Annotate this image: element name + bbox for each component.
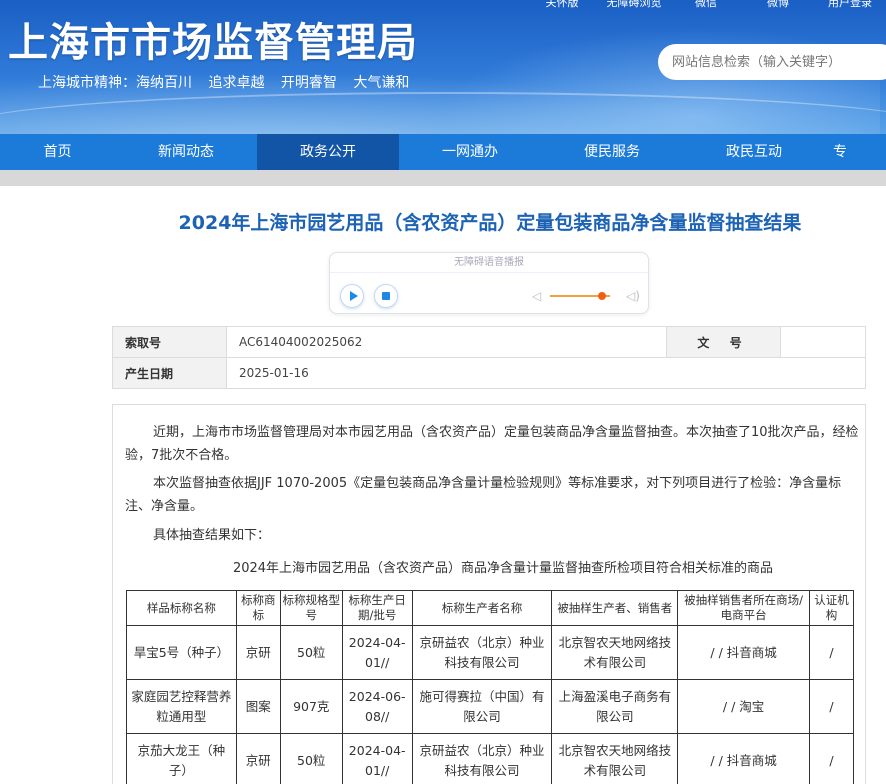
header-trademark: 标称商标 [235,590,281,626]
nav-public-services[interactable]: 便民服务 [541,134,683,170]
volume-slider[interactable] [550,292,610,300]
table-row: 京茄大龙王（种子） 京研 50粒 2024-04-01// 京研益农（北京）种业… [126,733,854,784]
volume-low-icon[interactable]: ◁ [532,289,541,303]
header-platform: 被抽样销售者所在商场/电商平台 [677,590,810,626]
nav-interaction[interactable]: 政民互动 [683,134,825,170]
nav-divider [0,170,886,186]
cell-trademark: 京研 [235,625,281,680]
header-sample-name: 样品标称名称 [126,590,237,626]
cell-production-date: 2024-06-08// [341,679,413,734]
header-certification: 认证机构 [809,590,854,626]
search-input[interactable] [658,44,886,80]
table-caption: 2024年上海市园艺用品（含农资产品）商品净含量计量监督抽查所检项目符合相关标准… [232,561,774,576]
stop-icon [382,292,390,300]
player-title: 无障碍语音播报 [330,253,648,273]
article-meta-table: 索取号 AC61404002025062 文 号 产生日期 2025-01-16 [112,326,866,389]
cell-platform: / / 抖音商城 [677,733,810,784]
toplink-wechat[interactable]: 微信 [670,0,742,10]
date-value: 2025-01-16 [226,357,866,389]
cell-sample-name: 京茄大龙王（种子） [126,733,237,784]
cell-producer: 京研益农（北京）种业科技有限公司 [411,625,553,680]
city-motto: 上海城市精神：海纳百川 追求卓越 开明睿智 大气谦和 [38,75,410,91]
cell-platform: / / 抖音商城 [677,625,810,680]
cell-certification: / [809,679,854,734]
main-nav: 首页 新闻动态 政务公开 一网通办 便民服务 政民互动 专 [0,134,886,170]
cell-spec: 50粒 [279,625,343,680]
cell-sample-name: 旱宝5号（种子） [126,625,237,680]
paragraph-intro: 近期，上海市市场监督管理局对本市园艺用品（含农资产品）定量包装商品净含量监督抽查… [125,425,859,463]
paragraph-standard: 本次监督抽查依据JJF 1070-2005《定量包装商品净含量计量检验规则》等标… [125,476,842,514]
volume-high-icon[interactable]: ◁) [626,289,640,303]
header-sampled-party: 被抽样生产者、销售者 [551,590,679,626]
cell-trademark: 图案 [235,679,281,734]
nav-home[interactable]: 首页 [0,134,115,170]
site-title[interactable]: 上海市市场监督管理局 [8,10,418,68]
table-row: 旱宝5号（种子） 京研 50粒 2024-04-01// 京研益农（北京）种业科… [126,625,854,680]
date-label: 产生日期 [112,357,227,389]
cell-sampled-party: 北京智农天地网络技术有限公司 [551,733,679,784]
index-number-label: 索取号 [112,326,227,358]
nav-government-affairs[interactable]: 政务公开 [257,134,399,170]
cell-producer: 京研益农（北京）种业科技有限公司 [411,733,553,784]
nav-more[interactable]: 专 [825,134,865,170]
nav-news[interactable]: 新闻动态 [115,134,257,170]
table-header-row: 样品标称名称 标称商标 标称规格型号 标称生产日期/批号 标称生产者名称 被抽样… [126,590,854,626]
article-content: 2024年上海市园艺用品（含农资产品）定量包装商品净含量监督抽查结果 无障碍语音… [0,186,886,784]
cell-sample-name: 家庭园艺控释营养粒通用型 [126,679,237,734]
site-header: 关怀版 无障碍浏览 微信 微博 用户登录 上海市市场监督管理局 上海城市精神：海… [0,0,886,134]
results-table: 样品标称名称 标称商标 标称规格型号 标称生产日期/批号 标称生产者名称 被抽样… [126,590,854,784]
paragraph-results-lead: 具体抽查结果如下： [153,528,271,543]
article-title: 2024年上海市园艺用品（含农资产品）定量包装商品净含量监督抽查结果 [178,212,802,234]
header-spec: 标称规格型号 [279,590,343,626]
cell-spec: 50粒 [279,733,343,784]
cell-trademark: 京研 [235,733,281,784]
cell-sampled-party: 北京智农天地网络技术有限公司 [551,625,679,680]
header-producer: 标称生产者名称 [411,590,553,626]
article-body: 近期，上海市市场监督管理局对本市园艺用品（含农资产品）定量包装商品净含量监督抽查… [112,404,866,784]
toplink-login[interactable]: 用户登录 [814,0,886,10]
play-icon [350,291,358,301]
cell-production-date: 2024-04-01// [341,625,413,680]
doc-number-value [780,326,866,358]
top-links: 关怀版 无障碍浏览 微信 微博 用户登录 [526,0,886,10]
toplink-accessible[interactable]: 无障碍浏览 [598,0,670,10]
cell-producer: 施可得赛拉（中国）有限公司 [411,679,553,734]
cell-certification: / [809,625,854,680]
cell-production-date: 2024-04-01// [341,733,413,784]
table-row: 家庭园艺控释营养粒通用型 图案 907克 2024-06-08// 施可得赛拉（… [126,679,854,734]
cell-spec: 907克 [279,679,343,734]
doc-number-label: 文 号 [666,326,781,358]
stop-button[interactable] [374,284,398,308]
index-number-value: AC61404002025062 [226,326,667,358]
cell-sampled-party: 上海盈溪电子商务有限公司 [551,679,679,734]
play-button[interactable] [340,284,364,308]
cell-certification: / [809,733,854,784]
nav-online-services[interactable]: 一网通办 [399,134,541,170]
header-production-date: 标称生产日期/批号 [341,590,413,626]
toplink-care[interactable]: 关怀版 [526,0,598,10]
cell-platform: / / 淘宝 [677,679,810,734]
toplink-weibo[interactable]: 微博 [742,0,814,10]
audio-player: 无障碍语音播报 ◁ ◁) [329,252,649,314]
volume-slider-handle[interactable] [598,292,606,300]
